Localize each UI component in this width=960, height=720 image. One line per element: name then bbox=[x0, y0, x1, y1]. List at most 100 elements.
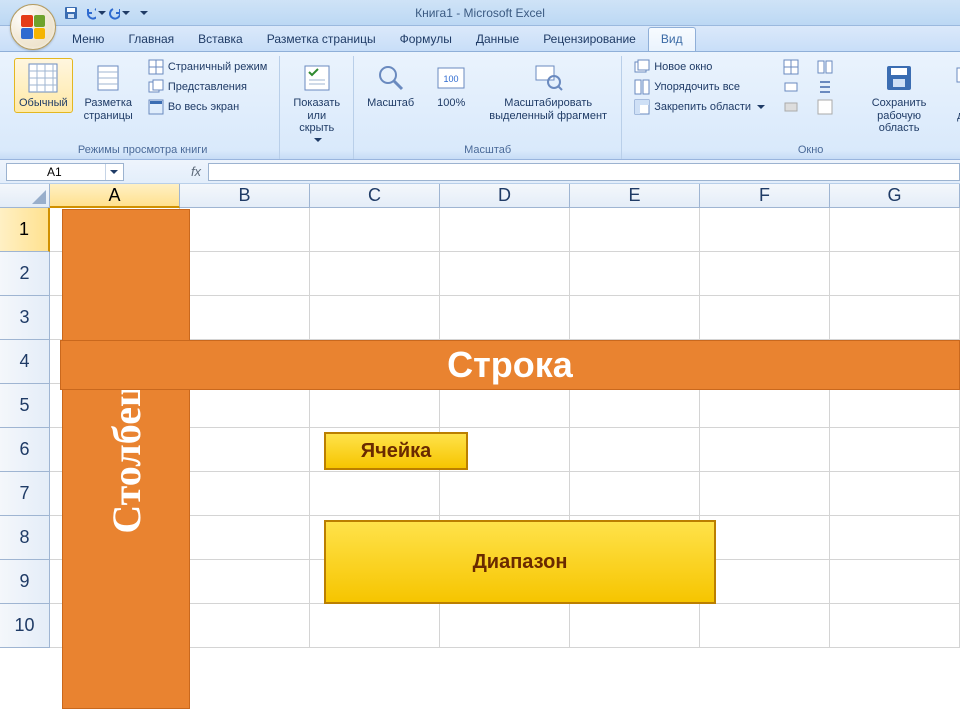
cell-E10[interactable] bbox=[570, 604, 700, 648]
tab-home[interactable]: Главная bbox=[116, 28, 186, 51]
column-header-a[interactable]: A bbox=[50, 184, 180, 208]
save-workspace-button[interactable]: Сохранитьрабочую область bbox=[853, 58, 945, 138]
cell-A5[interactable] bbox=[50, 384, 180, 428]
cell-D1[interactable] bbox=[440, 208, 570, 252]
cell-E7[interactable] bbox=[570, 472, 700, 516]
page-break-preview-button[interactable]: Страничный режим bbox=[144, 58, 272, 76]
cell-D10[interactable] bbox=[440, 604, 570, 648]
switch-windows-button[interactable]: Пердруго bbox=[951, 58, 960, 125]
name-box-dropdown[interactable] bbox=[105, 164, 119, 180]
cell-F5[interactable] bbox=[700, 384, 830, 428]
sync-scroll-button[interactable] bbox=[813, 78, 837, 96]
cell-G4[interactable] bbox=[830, 340, 960, 384]
cell-F4[interactable] bbox=[700, 340, 830, 384]
row-header-6[interactable]: 6 bbox=[0, 428, 50, 472]
cell-F10[interactable] bbox=[700, 604, 830, 648]
cell-G1[interactable] bbox=[830, 208, 960, 252]
name-box[interactable]: A1 bbox=[6, 163, 124, 181]
row-header-4[interactable]: 4 bbox=[0, 340, 50, 384]
cell-E4[interactable] bbox=[570, 340, 700, 384]
cell-E1[interactable] bbox=[570, 208, 700, 252]
column-header-f[interactable]: F bbox=[700, 184, 830, 208]
cell-A9[interactable] bbox=[50, 560, 180, 604]
column-header-d[interactable]: D bbox=[440, 184, 570, 208]
cell-A7[interactable] bbox=[50, 472, 180, 516]
zoom-selection-button[interactable]: Масштабироватьвыделенный фрагмент bbox=[483, 58, 613, 125]
office-button[interactable] bbox=[10, 4, 56, 50]
cell-E5[interactable] bbox=[570, 384, 700, 428]
formula-input[interactable] bbox=[208, 163, 960, 181]
hide-button[interactable] bbox=[779, 78, 803, 96]
row-header-2[interactable]: 2 bbox=[0, 252, 50, 296]
row-header-5[interactable]: 5 bbox=[0, 384, 50, 428]
insert-function-button[interactable]: fx bbox=[184, 164, 208, 179]
select-all-button[interactable] bbox=[0, 184, 50, 208]
zoom-button[interactable]: Масштаб bbox=[362, 58, 419, 113]
row-header-3[interactable]: 3 bbox=[0, 296, 50, 340]
new-window-button[interactable]: Новое окно bbox=[630, 58, 769, 76]
cell-C5[interactable] bbox=[310, 384, 440, 428]
cell-A6[interactable] bbox=[50, 428, 180, 472]
cell-D5[interactable] bbox=[440, 384, 570, 428]
cell-G3[interactable] bbox=[830, 296, 960, 340]
unhide-button[interactable] bbox=[779, 98, 803, 116]
cell-G5[interactable] bbox=[830, 384, 960, 428]
row-header-1[interactable]: 1 bbox=[0, 208, 50, 252]
cell-B8[interactable] bbox=[180, 516, 310, 560]
cell-G9[interactable] bbox=[830, 560, 960, 604]
cell-C7[interactable] bbox=[310, 472, 440, 516]
row-header-10[interactable]: 10 bbox=[0, 604, 50, 648]
cell-B2[interactable] bbox=[180, 252, 310, 296]
cell-C3[interactable] bbox=[310, 296, 440, 340]
split-button[interactable] bbox=[779, 58, 803, 76]
cell-F2[interactable] bbox=[700, 252, 830, 296]
cell-A1[interactable] bbox=[50, 208, 180, 252]
full-screen-button[interactable]: Во весь экран bbox=[144, 98, 272, 116]
cell-E6[interactable] bbox=[570, 428, 700, 472]
tab-formulas[interactable]: Формулы bbox=[388, 28, 464, 51]
cell-D8[interactable] bbox=[440, 516, 570, 560]
cell-B7[interactable] bbox=[180, 472, 310, 516]
cell-C9[interactable] bbox=[310, 560, 440, 604]
cell-E8[interactable] bbox=[570, 516, 700, 560]
cell-E9[interactable] bbox=[570, 560, 700, 604]
cell-B3[interactable] bbox=[180, 296, 310, 340]
cell-B10[interactable] bbox=[180, 604, 310, 648]
cell-G6[interactable] bbox=[830, 428, 960, 472]
qat-save-button[interactable] bbox=[60, 3, 82, 23]
zoom-100-button[interactable]: 100 100% bbox=[425, 58, 477, 113]
cell-B1[interactable] bbox=[180, 208, 310, 252]
freeze-panes-button[interactable]: Закрепить области bbox=[630, 98, 769, 116]
view-side-by-side-button[interactable] bbox=[813, 58, 837, 76]
cell-A4[interactable] bbox=[50, 340, 180, 384]
show-hide-button[interactable]: Показатьили скрыть bbox=[288, 58, 345, 151]
cell-F6[interactable] bbox=[700, 428, 830, 472]
tab-review[interactable]: Рецензирование bbox=[531, 28, 648, 51]
cell-D2[interactable] bbox=[440, 252, 570, 296]
cell-A2[interactable] bbox=[50, 252, 180, 296]
qat-undo-button[interactable] bbox=[84, 3, 106, 23]
custom-views-button[interactable]: Представления bbox=[144, 78, 272, 96]
cell-F8[interactable] bbox=[700, 516, 830, 560]
row-header-7[interactable]: 7 bbox=[0, 472, 50, 516]
tab-data[interactable]: Данные bbox=[464, 28, 531, 51]
cell-D3[interactable] bbox=[440, 296, 570, 340]
qat-redo-button[interactable] bbox=[108, 3, 130, 23]
cell-D9[interactable] bbox=[440, 560, 570, 604]
page-layout-view-button[interactable]: Разметкастраницы bbox=[79, 58, 138, 125]
cell-A3[interactable] bbox=[50, 296, 180, 340]
column-header-c[interactable]: C bbox=[310, 184, 440, 208]
cell-C8[interactable] bbox=[310, 516, 440, 560]
cell-F9[interactable] bbox=[700, 560, 830, 604]
column-header-g[interactable]: G bbox=[830, 184, 960, 208]
reset-position-button[interactable] bbox=[813, 98, 837, 116]
cell-G8[interactable] bbox=[830, 516, 960, 560]
cell-F7[interactable] bbox=[700, 472, 830, 516]
column-header-b[interactable]: B bbox=[180, 184, 310, 208]
cell-D4[interactable] bbox=[440, 340, 570, 384]
cell-E3[interactable] bbox=[570, 296, 700, 340]
cell-E2[interactable] bbox=[570, 252, 700, 296]
cell-C10[interactable] bbox=[310, 604, 440, 648]
cell-B6[interactable] bbox=[180, 428, 310, 472]
cell-G10[interactable] bbox=[830, 604, 960, 648]
